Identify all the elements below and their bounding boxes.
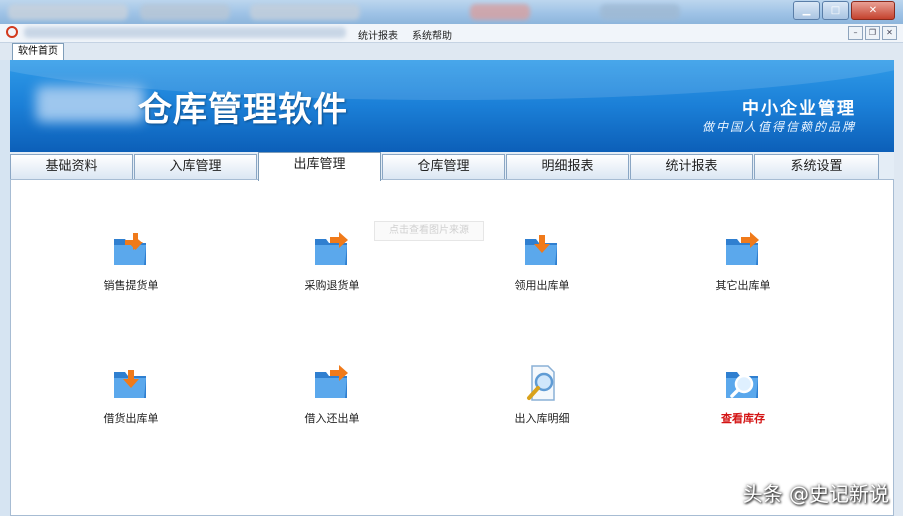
maximize-button[interactable]: □ — [822, 1, 849, 20]
mdi-close-button[interactable]: ✕ — [882, 26, 897, 40]
tab-detail-report[interactable]: 明细报表 — [506, 154, 629, 179]
menu-bar: 统计报表 系统帮助 – ❐ ✕ — [0, 24, 903, 43]
app-icon — [6, 26, 18, 38]
requisition-outbound-button[interactable]: 领用出库单 — [492, 231, 592, 293]
blurred-brand-name — [36, 86, 144, 122]
function-label: 领用出库单 — [514, 279, 570, 292]
blurred-menu-region — [24, 27, 346, 38]
folder-magnifier-icon — [726, 372, 758, 398]
slogan-main: 中小企业管理 — [742, 99, 856, 119]
close-window-button[interactable]: ✕ — [851, 1, 895, 20]
function-label: 其它出库单 — [715, 279, 771, 292]
function-label: 查看库存 — [721, 412, 765, 425]
tab-basic-data[interactable]: 基础资料 — [10, 154, 133, 179]
tab-statistics-report[interactable]: 统计报表 — [630, 154, 753, 179]
folder-arrow-icon — [525, 235, 557, 265]
folder-arrow-icon — [315, 365, 348, 398]
tab-inbound[interactable]: 入库管理 — [134, 154, 257, 179]
menu-item-statistics[interactable]: 统计报表 — [358, 27, 398, 42]
tab-warehouse[interactable]: 仓库管理 — [382, 154, 505, 179]
blurred-title-region — [8, 4, 128, 20]
document-magnifier-icon — [527, 365, 555, 401]
app-title: 仓库管理软件 — [138, 90, 348, 130]
image-source-hint: 点击查看图片来源 — [374, 221, 484, 241]
loan-outbound-button[interactable]: 借货出库单 — [81, 364, 181, 426]
borrow-return-button[interactable]: 借入还出单 — [282, 364, 382, 426]
function-label: 出入库明细 — [514, 412, 570, 425]
blurred-title-region — [600, 4, 680, 20]
blurred-title-region — [140, 4, 230, 20]
sales-delivery-button[interactable]: 销售提货单 — [81, 231, 181, 293]
minimize-button[interactable]: ▁ — [793, 1, 820, 20]
tab-outbound[interactable]: 出库管理 — [258, 152, 381, 181]
folder-arrow-icon — [114, 370, 146, 398]
blurred-title-region — [470, 4, 530, 20]
menu-item-help[interactable]: 系统帮助 — [412, 27, 452, 42]
function-label: 采购退货单 — [304, 279, 360, 292]
module-tab-bar: 基础资料 入库管理 出库管理 仓库管理 明细报表 统计报表 系统设置 — [10, 152, 894, 181]
slogan-sub: 做中国人值得信赖的品牌 — [701, 120, 856, 134]
folder-arrow-icon — [726, 232, 759, 265]
tab-system-settings[interactable]: 系统设置 — [754, 154, 879, 179]
watermark-text: 头条 @史记新说 — [742, 482, 889, 506]
mdi-minimize-button[interactable]: – — [848, 26, 863, 40]
other-outbound-button[interactable]: 其它出库单 — [693, 231, 793, 293]
mdi-restore-button[interactable]: ❐ — [865, 26, 880, 40]
folder-arrow-icon — [315, 232, 348, 265]
inout-detail-button[interactable]: 出入库明细 — [492, 364, 592, 426]
function-label: 借货出库单 — [103, 412, 159, 425]
window-edge — [894, 60, 903, 516]
app-banner: 仓库管理软件 中小企业管理 做中国人值得信赖的品牌 — [10, 60, 894, 152]
folder-arrow-icon — [114, 233, 146, 265]
function-label: 借入还出单 — [304, 412, 360, 425]
window-title-bar: ▁ □ ✕ — [0, 0, 903, 24]
view-inventory-button[interactable]: 查看库存 — [693, 364, 793, 426]
function-label: 销售提货单 — [103, 279, 159, 292]
document-tab-strip: 软件首页 — [0, 43, 903, 61]
purchase-return-button[interactable]: 采购退货单 — [282, 231, 382, 293]
tab-home[interactable]: 软件首页 — [12, 43, 64, 61]
blurred-title-region — [250, 4, 360, 20]
